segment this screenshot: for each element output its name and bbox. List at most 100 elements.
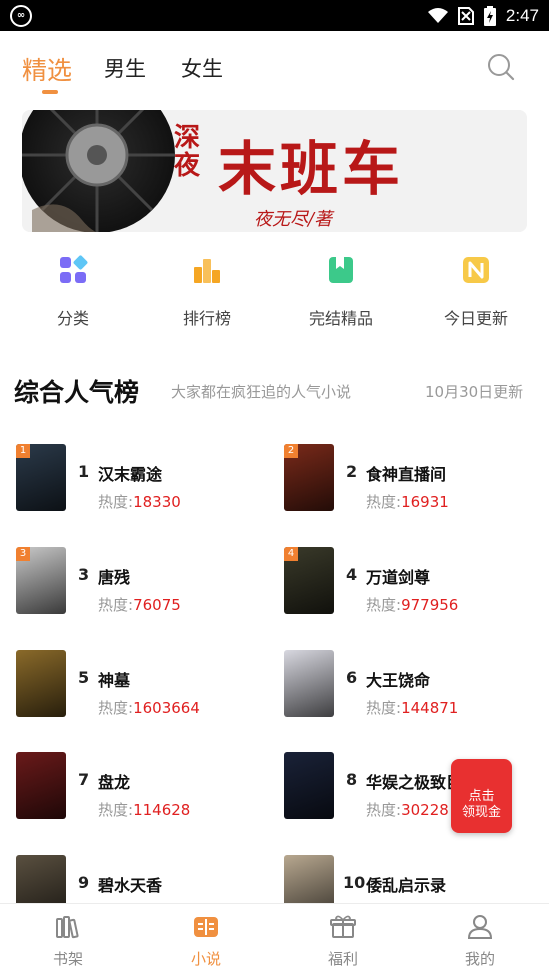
wifi-icon	[427, 7, 448, 23]
book-cover[interactable]: 2	[284, 444, 334, 511]
book-item[interactable]: 5 神墓热度:1603664	[16, 650, 276, 720]
book-heat: 热度:1603664	[98, 697, 200, 718]
book-item[interactable]: 6 大王饶命热度:144871	[284, 650, 544, 720]
book-title[interactable]: 汉末霸途	[98, 461, 162, 485]
rank-badge: 2	[284, 444, 298, 458]
rank-badge: 4	[284, 547, 298, 561]
book-heat: 热度:144871	[366, 697, 458, 718]
nav-bookshelf[interactable]: 书架	[28, 914, 108, 969]
heat-value: 30228	[401, 801, 449, 819]
tab-male[interactable]: 男生	[104, 53, 146, 83]
red-packet-button[interactable]: 点击 领现金	[451, 759, 512, 833]
book-heat: 热度:16931	[366, 491, 449, 512]
heat-value: 144871	[401, 699, 459, 717]
bottom-nav: 书架 小说 福利 我的	[0, 903, 549, 976]
book-item[interactable]: 4 4 万道剑尊 热度:977956	[284, 547, 544, 617]
book-heat: 热度:76075	[98, 594, 181, 615]
book-heat: 热度:977956	[366, 594, 458, 615]
rank-badge: 1	[16, 444, 30, 458]
quick-category[interactable]: 分类	[18, 255, 128, 329]
active-tab-indicator	[42, 90, 58, 94]
heat-value: 114628	[133, 801, 191, 819]
book-title[interactable]: 神墓	[98, 667, 130, 691]
nav-welfare-label: 福利	[327, 950, 358, 968]
quick-today-update[interactable]: 今日更新	[421, 255, 531, 329]
heat-value: 1603664	[133, 699, 200, 717]
book-title[interactable]: 食神直播间	[366, 461, 446, 485]
book-cover[interactable]: 3	[16, 547, 66, 614]
book-title[interactable]: 盘龙	[98, 769, 130, 793]
book-heat: 热度:114628	[98, 799, 190, 820]
nav-mine-label: 我的	[464, 950, 495, 968]
rank-badge: 3	[16, 547, 30, 561]
status-bar: ∞ 2:47	[0, 0, 549, 31]
book-rank: 1	[78, 462, 90, 481]
book-rank: 10	[343, 873, 366, 892]
nav-bookshelf-label: 书架	[52, 950, 83, 968]
book-item[interactable]: 1 1 汉末霸途热度:18330	[16, 444, 276, 514]
tab-female[interactable]: 女生	[181, 53, 223, 83]
book-title[interactable]: 倭乱启示录	[366, 872, 446, 896]
category-icon	[60, 255, 88, 283]
quick-finished[interactable]: 完结精品	[286, 255, 396, 329]
heat-value: 76075	[133, 596, 181, 614]
no-sim-icon	[457, 6, 474, 25]
heat-label: 热度:	[98, 801, 134, 819]
book-title[interactable]: 大王饶命	[366, 667, 430, 691]
quick-category-label: 分类	[56, 309, 89, 328]
finished-book-icon	[329, 257, 353, 283]
promo-banner[interactable]: 深夜 末班车 夜无尽/著	[22, 110, 527, 232]
book-cover[interactable]: 4	[284, 547, 334, 614]
red-packet-line2: 领现金	[461, 805, 501, 820]
book-rank: 6	[346, 668, 358, 687]
app-notification-icon: ∞	[10, 4, 32, 27]
section-title: 综合人气榜	[14, 378, 140, 407]
battery-icon	[483, 5, 496, 26]
red-packet-line1: 点击	[468, 789, 495, 804]
book-cover[interactable]	[16, 752, 66, 819]
book-rank: 7	[78, 770, 90, 789]
heat-value: 16931	[401, 493, 449, 511]
quick-ranking-label: 排行榜	[182, 309, 231, 328]
user-icon	[467, 915, 493, 939]
book-item[interactable]: 3 3 唐残 热度:76075	[16, 547, 276, 617]
book-rank: 5	[78, 668, 90, 687]
heat-label: 热度:	[366, 493, 402, 511]
banner-prefix: 深夜	[174, 123, 201, 181]
book-title[interactable]: 碧水天香	[98, 872, 162, 896]
book-heat: 热度:30228	[366, 799, 449, 820]
nav-novel[interactable]: 小说	[166, 914, 246, 969]
tab-featured[interactable]: 精选	[22, 51, 72, 87]
book-cover[interactable]	[284, 650, 334, 717]
book-cover[interactable]	[284, 752, 334, 819]
heat-label: 热度:	[98, 493, 134, 511]
book-title[interactable]: 唐残	[98, 564, 130, 588]
book-heat: 热度:18330	[98, 491, 181, 512]
book-title[interactable]: 万道剑尊	[366, 564, 430, 588]
nav-welfare[interactable]: 福利	[303, 914, 383, 969]
book-cover[interactable]: 1	[16, 444, 66, 511]
section-subtitle: 大家都在疯狂追的人气小说	[171, 383, 352, 401]
heat-label: 热度:	[98, 596, 134, 614]
nav-mine[interactable]: 我的	[440, 914, 520, 969]
book-rank: 8	[346, 770, 358, 789]
book-rank: 2	[346, 462, 358, 481]
new-update-icon	[463, 257, 489, 283]
gift-icon	[330, 915, 356, 938]
bookshelf-icon	[56, 916, 79, 939]
book-cover[interactable]	[16, 650, 66, 717]
book-item[interactable]: 2 2 食神直播间热度:16931	[284, 444, 544, 514]
clock: 2:47	[505, 5, 539, 25]
heat-label: 热度:	[366, 699, 402, 717]
nav-novel-label: 小说	[190, 950, 221, 968]
heat-value: 18330	[133, 493, 181, 511]
book-rank: 9	[78, 873, 90, 892]
search-icon[interactable]	[487, 53, 515, 81]
banner-author: 夜无尽/著	[254, 209, 333, 230]
book-item[interactable]: 7 盘龙热度:114628	[16, 752, 276, 822]
heat-label: 热度:	[366, 801, 402, 819]
quick-today-update-label: 今日更新	[443, 309, 508, 328]
ranking-icon	[194, 259, 220, 283]
quick-ranking[interactable]: 排行榜	[152, 255, 262, 329]
quick-finished-label: 完结精品	[308, 309, 373, 328]
